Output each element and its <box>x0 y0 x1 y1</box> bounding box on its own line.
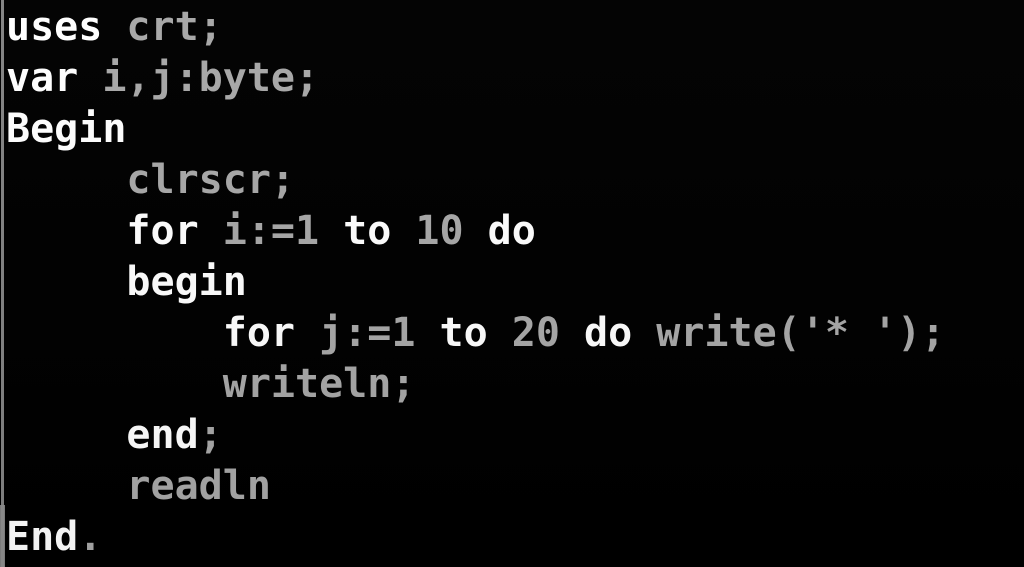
code-token: 20 <box>487 310 584 356</box>
code-token: readln <box>126 463 271 509</box>
code-line[interactable]: readln <box>0 461 1024 512</box>
code-keyword: do <box>487 208 536 254</box>
code-token: . <box>78 514 103 560</box>
code-keyword: to <box>439 310 488 356</box>
code-keyword: do <box>584 310 633 356</box>
code-line[interactable]: End. <box>0 512 1024 563</box>
code-token: ; <box>198 412 223 458</box>
code-line[interactable]: for j:=1 to 20 do write('* '); <box>0 308 1024 359</box>
code-keyword: Begin <box>6 106 127 152</box>
code-line[interactable]: Begin <box>0 104 1024 155</box>
pascal-editor-screen: uses crt; var i,j:byte; Begin clrscr; for … <box>0 0 1024 567</box>
code-token: i:=1 <box>198 208 344 254</box>
code-line[interactable]: end; <box>0 410 1024 461</box>
code-token: 10 <box>391 208 488 254</box>
code-token: crt; <box>102 4 223 50</box>
code-keyword: var <box>6 55 79 101</box>
code-keyword: end <box>126 412 199 458</box>
code-keyword: begin <box>126 259 247 305</box>
code-line[interactable]: writeln; <box>0 359 1024 410</box>
code-line[interactable]: begin <box>0 257 1024 308</box>
code-line[interactable]: var i,j:byte; <box>0 53 1024 104</box>
code-keyword: for <box>126 208 199 254</box>
code-token: writeln; <box>222 361 416 407</box>
code-listing[interactable]: uses crt; var i,j:byte; Begin clrscr; for … <box>0 0 1024 563</box>
code-token: write('* '); <box>632 310 946 356</box>
code-token: i,j:byte; <box>78 55 320 101</box>
code-keyword: uses <box>6 4 103 50</box>
code-line[interactable]: for i:=1 to 10 do <box>0 206 1024 257</box>
code-token: clrscr; <box>126 157 295 203</box>
code-keyword: to <box>343 208 392 254</box>
code-keyword: for <box>222 310 295 356</box>
code-token: j:=1 <box>295 310 440 356</box>
code-keyword: End <box>6 514 79 560</box>
code-line[interactable]: clrscr; <box>0 155 1024 206</box>
code-line[interactable]: uses crt; <box>0 2 1024 53</box>
